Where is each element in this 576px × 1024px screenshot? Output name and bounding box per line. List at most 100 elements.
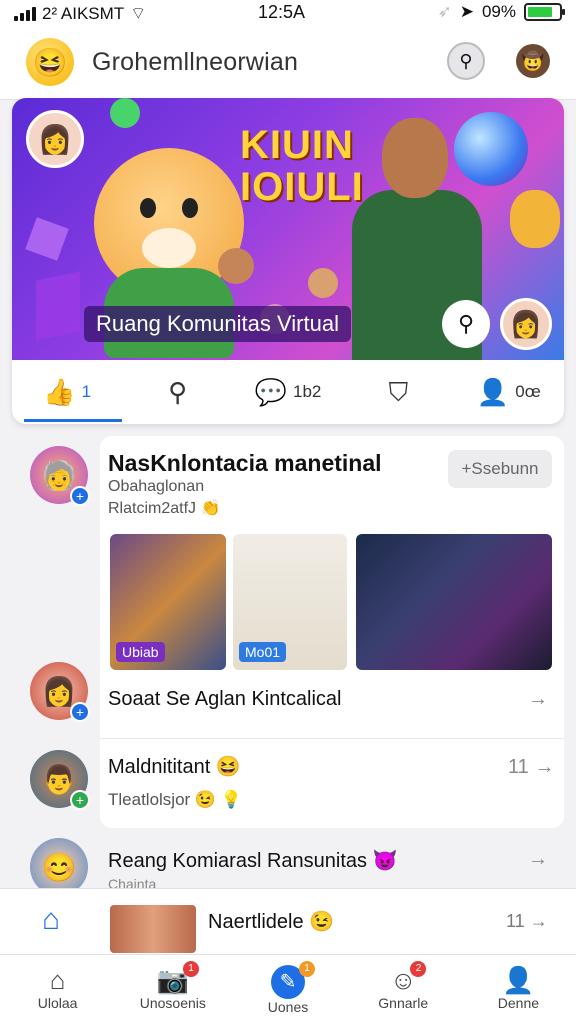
app-logo-icon[interactable]: 😆 bbox=[26, 38, 74, 86]
globe-orb bbox=[454, 112, 528, 186]
like-count: 1 bbox=[81, 382, 92, 401]
add-badge-icon: + bbox=[70, 790, 90, 810]
comment-count: 1b2 bbox=[293, 382, 322, 401]
post-thumbnail[interactable]: Mo01 bbox=[233, 534, 347, 670]
tab-create[interactable]: ✎ 1 Uones bbox=[230, 955, 345, 1024]
row-avatar[interactable]: 👩 + bbox=[30, 662, 90, 722]
hero-banner[interactable]: KIUIN IOIULI 👩 Ruang Komunitas Virtual ⚲… bbox=[12, 98, 564, 360]
thumbnail-tag: Mo01 bbox=[239, 642, 287, 662]
like-action[interactable]: 👍 1 bbox=[12, 360, 123, 424]
members-action[interactable]: 👤 0œ bbox=[454, 360, 564, 424]
post-author-avatar[interactable]: 🧓 + bbox=[30, 446, 90, 506]
tab-camera[interactable]: 📷 1 Unosoenis bbox=[115, 955, 230, 1024]
row-count[interactable]: 11 → bbox=[508, 756, 554, 779]
row-card bbox=[100, 738, 564, 828]
post-subtitle-secondary: Rlatcim2atfJ 👏 bbox=[108, 500, 221, 517]
app-header: 😆 Grohemllneorwian ⚲ 🤠 bbox=[0, 26, 576, 100]
gem-decoration bbox=[110, 98, 140, 128]
mini-player[interactable]: ⌂ Naertlidele 😉 11 → bbox=[0, 888, 576, 954]
status-bar: 2² AIKSMT ⌔ 12:5A ➶ ➤ 09% bbox=[0, 0, 576, 26]
bear-eye-left bbox=[140, 198, 156, 218]
notification-badge: 1 bbox=[299, 961, 315, 977]
clap-icon: 👏 bbox=[200, 500, 221, 517]
mini-player-thumbnail[interactable] bbox=[110, 905, 196, 953]
cube-decoration bbox=[25, 217, 69, 261]
panel-decoration bbox=[36, 271, 80, 341]
participant-avatar[interactable]: 👩 bbox=[500, 298, 552, 350]
status-left: 2² AIKSMT ⌔ bbox=[14, 3, 146, 24]
add-badge-icon: + bbox=[70, 702, 90, 722]
wifi-icon: ⌔ bbox=[130, 4, 147, 23]
tab-label: Uones bbox=[267, 999, 309, 1015]
hero-card: KIUIN IOIULI 👩 Ruang Komunitas Virtual ⚲… bbox=[12, 98, 564, 424]
search-button[interactable]: ⚲ bbox=[447, 42, 485, 80]
user-icon: 👤 bbox=[476, 377, 510, 407]
notification-badge: 1 bbox=[182, 961, 199, 977]
row-title[interactable]: Maldnititant 😆 bbox=[108, 754, 241, 779]
camera-icon: 📷 1 bbox=[157, 961, 199, 995]
mini-player-count[interactable]: 11 → bbox=[506, 911, 548, 932]
search-action[interactable]: ⚲ bbox=[122, 360, 232, 424]
home-icon: ⌂ bbox=[49, 965, 66, 995]
banner-caption: Ruang Komunitas Virtual bbox=[84, 306, 351, 342]
row-avatar[interactable]: 👨 + bbox=[30, 750, 90, 810]
signal-icon bbox=[14, 6, 36, 21]
tab-notifications[interactable]: ☺ 2 Gnnarle bbox=[346, 955, 461, 1024]
bottom-tab-bar: ⌂ Ulolaa 📷 1 Unosoenis ✎ 1 Uones ☺ 2 Gnnarl… bbox=[0, 954, 576, 1024]
small-mascot bbox=[510, 190, 560, 248]
status-time: 12:5A bbox=[258, 2, 306, 22]
battery-icon bbox=[524, 3, 565, 21]
comment-action[interactable]: 💬 1b2 bbox=[233, 360, 343, 424]
battery-percent: 09% bbox=[481, 2, 516, 21]
tab-label: Denne bbox=[497, 995, 540, 1011]
app-title: Grohemllneorwian bbox=[92, 48, 299, 76]
profile-icon: 👤 bbox=[502, 965, 535, 995]
post-thumbnail[interactable] bbox=[356, 534, 552, 670]
profile-avatar[interactable]: 🤠 bbox=[516, 44, 550, 78]
banner-title-line2: IOIULI bbox=[240, 165, 364, 209]
thumbnail-tag: Ubiab bbox=[116, 642, 165, 662]
notification-badge: 2 bbox=[410, 961, 427, 977]
hero-actions: 👍 1 ⚲ 💬 1b2 ⛉ 👤 0œ bbox=[12, 360, 564, 424]
home-shortcut-icon[interactable]: ⌂ bbox=[42, 903, 60, 937]
row-subtitle: Chainta bbox=[108, 876, 157, 888]
search-icon: ⚲ bbox=[457, 311, 475, 336]
tab-label: Unosoenis bbox=[139, 995, 206, 1011]
row-title[interactable]: Soaat Se Aglan Kintcalical bbox=[108, 688, 342, 711]
row-title[interactable]: Reang Komiarasl Ransunitas 😈 bbox=[108, 848, 397, 873]
zoom-button[interactable]: ⚲ bbox=[442, 300, 490, 348]
alarm-icon: ➶ bbox=[437, 2, 452, 21]
chevron-right-icon[interactable]: → bbox=[528, 848, 548, 871]
thumbs-up-icon: 👍 bbox=[43, 377, 76, 407]
carrier-label: 2² AIKSMT bbox=[42, 3, 125, 23]
create-icon: ✎ 1 bbox=[271, 961, 315, 999]
members-count: 0œ bbox=[515, 382, 541, 401]
kid-figure bbox=[308, 268, 338, 298]
status-right: ➶ ➤ 09% bbox=[437, 2, 565, 22]
location-icon: ➤ bbox=[459, 2, 474, 21]
bear-snout bbox=[142, 228, 196, 268]
tab-profile[interactable]: 👤 Denne bbox=[461, 955, 576, 1024]
comment-icon: 💬 bbox=[254, 377, 288, 407]
tab-label: Ulolaa bbox=[37, 995, 78, 1011]
post-title[interactable]: NasKnlontacia manetinal bbox=[108, 450, 382, 477]
mini-player-title[interactable]: Naertlidele 😉 bbox=[208, 909, 334, 934]
banner-title-line1: KIUIN bbox=[240, 123, 354, 167]
tab-home[interactable]: ⌂ Ulolaa bbox=[0, 955, 115, 1024]
chevron-right-icon[interactable]: → bbox=[528, 688, 548, 711]
host-avatar[interactable]: 👩 bbox=[26, 110, 84, 168]
post-thumbnail[interactable]: Ubiab bbox=[110, 534, 226, 670]
join-button[interactable]: +Ssebunn bbox=[448, 450, 552, 488]
banner-title: KIUIN IOIULI bbox=[240, 124, 364, 208]
search-icon: ⚲ bbox=[459, 50, 473, 71]
shield-action[interactable]: ⛉ bbox=[343, 360, 453, 424]
presenter-head bbox=[382, 118, 448, 198]
notification-icon: ☺ 2 bbox=[390, 961, 427, 995]
shield-icon: ⛉ bbox=[388, 377, 409, 407]
kid-figure bbox=[218, 248, 254, 284]
add-badge-icon: + bbox=[70, 486, 90, 506]
row-subtitle: Tleatlolsjor 😉 💡 bbox=[108, 790, 242, 809]
bear-eye-right bbox=[182, 198, 198, 218]
tab-label: Gnnarle bbox=[378, 995, 429, 1011]
post-subtitle: Obahaglonan bbox=[108, 478, 205, 495]
